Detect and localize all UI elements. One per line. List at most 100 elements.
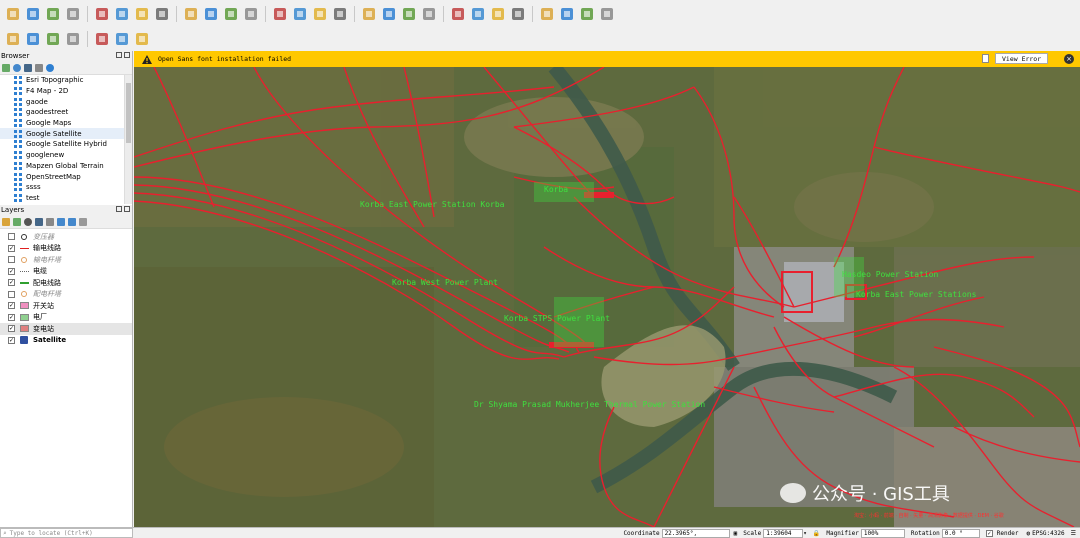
style-manager-icon[interactable] [93,5,111,23]
select-icon[interactable] [242,5,260,23]
lock-icon[interactable]: 🔒 [813,530,820,537]
pin-icon[interactable] [24,30,42,48]
map-canvas[interactable]: Korba Korba East Power Station Korba Korba… [134,67,1080,527]
info-icon[interactable] [46,64,54,72]
filter-icon[interactable] [24,64,32,72]
layer-visibility-checkbox[interactable]: ✓ [8,313,15,321]
browser-item[interactable]: Esri Topographic [0,75,132,86]
node-tool-icon[interactable] [4,30,22,48]
zoom-full-icon[interactable] [93,30,111,48]
print-icon[interactable] [64,5,82,23]
layer-visibility-checkbox[interactable] [8,233,15,241]
browser-item[interactable]: Mapzen Global Terrain [0,161,132,172]
layer-item[interactable]: ✓ 变电站 [0,323,132,335]
digitize-icon[interactable] [153,5,171,23]
python-icon[interactable] [331,5,349,23]
browser-item[interactable]: gaode [0,96,132,107]
layer-item[interactable]: ✓ 开关站 [0,300,132,312]
attribute-table-icon[interactable] [291,5,309,23]
browser-item[interactable]: ssss [0,182,132,193]
add-selected-icon[interactable] [2,64,10,72]
float-icon[interactable] [116,206,122,212]
layer-visibility-checkbox[interactable]: ✓ [8,336,15,344]
open-project-icon[interactable] [24,5,42,23]
filter-legend-icon[interactable] [46,218,54,226]
close-icon[interactable] [124,206,130,212]
layer-visibility-checkbox[interactable]: ✓ [8,302,15,310]
render-checkbox[interactable]: ✓ [985,529,993,537]
zoom-in-icon[interactable] [44,30,62,48]
style-manager-icon[interactable] [449,5,467,23]
visibility-icon[interactable] [24,218,32,226]
view-error-button[interactable]: View Error [995,53,1049,64]
layer-item[interactable]: 变压器 [0,231,132,243]
digitize-icon[interactable] [509,5,527,23]
messages-icon[interactable]: ☰ [1071,530,1076,537]
browser-scrollbar[interactable] [124,75,132,204]
identify-icon[interactable] [578,5,596,23]
layer-visibility-checkbox[interactable]: ✓ [8,279,15,287]
browser-item[interactable]: Google Satellite [0,128,132,140]
layer-item[interactable]: 配电杆塔 [0,289,132,301]
save-project-icon[interactable] [400,5,418,23]
style-icon[interactable] [2,218,10,226]
layer-visibility-checkbox[interactable]: ✓ [8,267,15,275]
scale-dropdown-icon[interactable]: ▾ [803,530,807,537]
layer-item[interactable]: 输电杆塔 [0,254,132,266]
browser-item[interactable]: googlenew [0,150,132,161]
scale-field[interactable]: 1:39604 [763,528,804,538]
new-project-icon[interactable] [360,5,378,23]
measure-icon[interactable] [271,5,289,23]
layer-item[interactable]: ✓ 电缆 [0,266,132,278]
globe-icon[interactable] [113,30,131,48]
open-project-icon[interactable] [380,5,398,23]
locator-input[interactable]: ⌕ Type to locate (Ctrl+K) [0,528,133,538]
float-icon[interactable] [116,52,122,58]
zoom-icon[interactable] [202,5,220,23]
refresh-icon[interactable] [13,64,21,72]
vector-add-icon[interactable] [469,5,487,23]
vector-add-icon[interactable] [113,5,131,23]
layers-tree[interactable]: 变压器 ✓ 输电线路 输电杆塔 ✓ 电缆 ✓ 配电线路 配电杆塔 ✓ 开关站 ✓ 电厂 ✓ 变电站 ✓ Sate… [0,229,132,346]
browser-item[interactable]: Google Satellite Hybrid [0,139,132,150]
layer-visibility-checkbox[interactable]: ✓ [8,325,15,333]
layers-panel-controls[interactable] [116,206,130,212]
select-icon[interactable] [598,5,616,23]
raster-add-icon[interactable] [133,5,151,23]
layer-item[interactable]: ✓ 配电线路 [0,277,132,289]
pencil-icon[interactable] [133,30,151,48]
browser-panel-controls[interactable] [116,52,130,58]
browser-item[interactable]: Google Maps [0,118,132,129]
close-icon[interactable] [124,52,130,58]
plugin-icon[interactable] [311,5,329,23]
browser-item[interactable]: gaodestreet [0,107,132,118]
crs-label[interactable]: EPSG:4326 [1032,530,1065,537]
browser-item[interactable]: test [0,193,132,204]
new-project-icon[interactable] [4,5,22,23]
browser-item[interactable]: F4 Map - 2D [0,86,132,97]
layer-visibility-checkbox[interactable]: ✓ [8,244,15,252]
rotation-field[interactable]: 0.0 ° [941,528,980,538]
print-icon[interactable] [420,5,438,23]
layer-item[interactable]: ✓ 电厂 [0,312,132,324]
pan-icon[interactable] [182,5,200,23]
browser-tree[interactable]: Esri Topographic F4 Map - 2D gaode gaodestr… [0,75,132,204]
pan-icon[interactable] [538,5,556,23]
zoom-icon[interactable] [558,5,576,23]
save-project-icon[interactable] [44,5,62,23]
raster-add-icon[interactable] [489,5,507,23]
close-message-icon[interactable]: × [1064,54,1074,64]
browser-item[interactable]: OpenStreetMap [0,171,132,182]
layer-item[interactable]: ✓ Satellite [0,335,132,347]
collapse-icon[interactable] [68,218,76,226]
scrollbar-thumb[interactable] [126,83,131,143]
collapse-icon[interactable] [35,64,43,72]
crs-icon[interactable]: ◍ [1026,530,1030,537]
remove-layer-icon[interactable] [79,218,87,226]
filter-icon[interactable] [35,218,43,226]
add-group-icon[interactable] [13,218,21,226]
layer-visibility-checkbox[interactable] [8,290,15,298]
magnifier-field[interactable]: 100% [860,528,905,538]
coordinate-field[interactable]: 22.3965°, 82.6771° [661,528,730,538]
zoom-out-icon[interactable] [64,30,82,48]
